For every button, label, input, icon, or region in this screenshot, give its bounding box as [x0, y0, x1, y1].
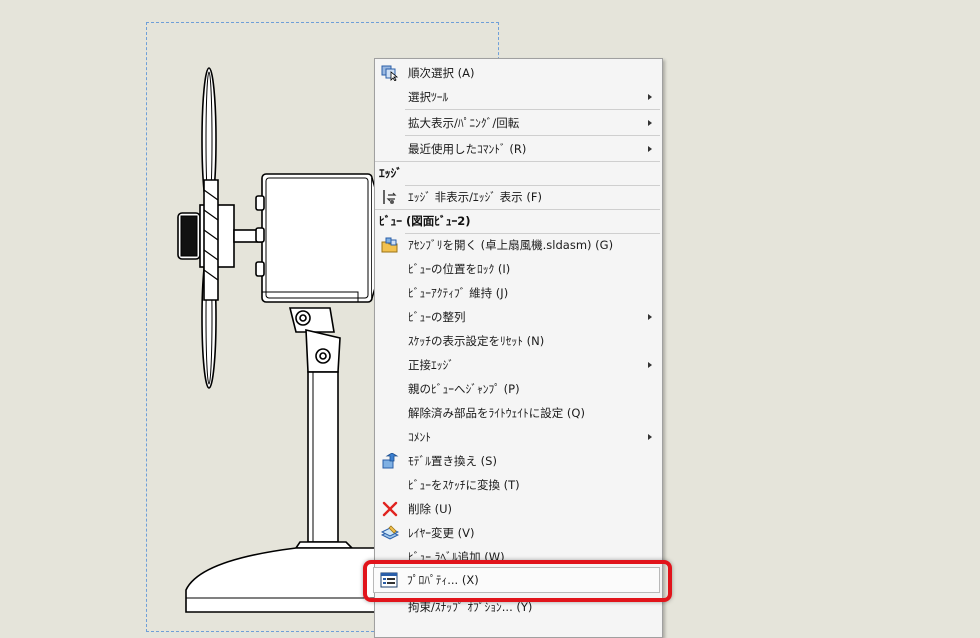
menu-item-label: ﾓﾃﾞﾙ置き換え (S) [408, 454, 497, 468]
menu-header-label: ｴｯｼﾞ [379, 166, 402, 180]
menu-item-zoom-pan-rotate[interactable]: 拡大表示/ﾊﾟﾆﾝｸﾞ/回転 [375, 111, 662, 135]
menu-item-label: 最近使用したｺﾏﾝﾄﾞ (R) [408, 142, 527, 156]
menu-item-label: ﾋﾞｭｰの位置をﾛｯｸ (I) [408, 262, 511, 276]
menu-item-jump-to-parent-view[interactable]: 親のﾋﾞｭｰへｼﾞｬﾝﾌﾟ (P) [375, 377, 662, 401]
menu-item-select-tools[interactable]: 選択ﾂｰﾙ [375, 85, 662, 109]
submenu-arrow-icon [648, 314, 652, 320]
menu-item-replace-model[interactable]: ﾓﾃﾞﾙ置き換え (S) [375, 449, 662, 473]
properties-icon [380, 572, 398, 588]
submenu-arrow-icon [648, 434, 652, 440]
menu-item-label: ｴｯｼﾞ 非表示/ｴｯｼﾞ 表示 (F) [408, 190, 542, 204]
menu-item-align-view[interactable]: ﾋﾞｭｰの整列 [375, 305, 662, 329]
menu-item-label: 拡大表示/ﾊﾟﾆﾝｸﾞ/回転 [408, 116, 520, 130]
context-menu: 順次選択 (A) 選択ﾂｰﾙ 拡大表示/ﾊﾟﾆﾝｸﾞ/回転 最近使用したｺﾏﾝﾄ… [374, 58, 663, 638]
menu-item-set-resolved-lightweight[interactable]: 解除済み部品をﾗｲﾄｳｪｲﾄに設定 (Q) [375, 401, 662, 425]
menu-item-label: ﾋﾞｭｰｱｸﾃｨﾌﾞ 維持 (J) [408, 286, 509, 300]
menu-item-change-layer[interactable]: ﾚｲﾔｰ変更 (V) [375, 521, 662, 545]
open-assembly-icon [381, 237, 399, 253]
menu-item-keep-view-active[interactable]: ﾋﾞｭｰｱｸﾃｨﾌﾞ 維持 (J) [375, 281, 662, 305]
menu-item-label: 選択ﾂｰﾙ [408, 90, 449, 104]
menu-item-label: 親のﾋﾞｭｰへｼﾞｬﾝﾌﾟ (P) [408, 382, 520, 396]
menu-separator [405, 109, 660, 110]
menu-item-label: ｱｾﾝﾌﾞﾘを開く (卓上扇風機.sldasm) (G) [408, 238, 614, 252]
menu-item-convert-view-to-sketch[interactable]: ﾋﾞｭｰをｽｹｯﾁに変換 (T) [375, 473, 662, 497]
submenu-arrow-icon [648, 362, 652, 368]
menu-item-tangent-edge[interactable]: 正接ｴｯｼﾞ [375, 353, 662, 377]
menu-separator [405, 135, 660, 136]
change-layer-icon [380, 525, 400, 541]
menu-item-lock-view-position[interactable]: ﾋﾞｭｰの位置をﾛｯｸ (I) [375, 257, 662, 281]
delete-icon [381, 501, 399, 517]
menu-item-label: 正接ｴｯｼﾞ [408, 358, 454, 372]
menu-item-select-other[interactable]: 順次選択 (A) [375, 61, 662, 85]
menu-item-open-assembly[interactable]: ｱｾﾝﾌﾞﾘを開く (卓上扇風機.sldasm) (G) [375, 233, 662, 257]
menu-item-label: ﾚｲﾔｰ変更 (V) [408, 526, 475, 540]
menu-item-comment[interactable]: ｺﾒﾝﾄ [375, 425, 662, 449]
menu-item-reset-sketch-visibility[interactable]: ｽｹｯﾁの表示設定をﾘｾｯﾄ (N) [375, 329, 662, 353]
replace-model-icon [381, 452, 399, 469]
submenu-arrow-icon [648, 94, 652, 100]
menu-item-label: 解除済み部品をﾗｲﾄｳｪｲﾄに設定 (Q) [408, 406, 585, 420]
menu-item-recent-commands[interactable]: 最近使用したｺﾏﾝﾄﾞ (R) [375, 137, 662, 161]
menu-item-label: 削除 (U) [408, 502, 453, 516]
menu-item-label: 順次選択 (A) [408, 66, 475, 80]
menu-header-edge: ｴｯｼﾞ [375, 161, 662, 185]
menu-item-label: ｽｹｯﾁの表示設定をﾘｾｯﾄ (N) [408, 334, 545, 348]
submenu-arrow-icon [648, 146, 652, 152]
menu-item-properties-highlighted[interactable]: ﾌﾟﾛﾊﾟﾃｨ... (X) [374, 568, 659, 592]
menu-header-label: ﾋﾞｭｰ (図面ﾋﾞｭｰ2) [379, 214, 471, 228]
menu-item-hide-show-edge[interactable]: ｴｯｼﾞ 非表示/ｴｯｼﾞ 表示 (F) [375, 185, 662, 209]
menu-item-label: ﾋﾞｭｰをｽｹｯﾁに変換 (T) [408, 478, 520, 492]
submenu-arrow-icon [648, 120, 652, 126]
select-other-icon [381, 65, 399, 82]
menu-item-delete[interactable]: 削除 (U) [375, 497, 662, 521]
menu-item-label: ﾌﾟﾛﾊﾟﾃｨ... (X) [407, 573, 479, 587]
menu-header-view: ﾋﾞｭｰ (図面ﾋﾞｭｰ2) [375, 209, 662, 233]
menu-item-label: ｺﾒﾝﾄ [408, 430, 431, 444]
menu-item-label: ﾋﾞｭｰの整列 [408, 310, 466, 324]
hide-show-edge-icon [381, 189, 399, 205]
